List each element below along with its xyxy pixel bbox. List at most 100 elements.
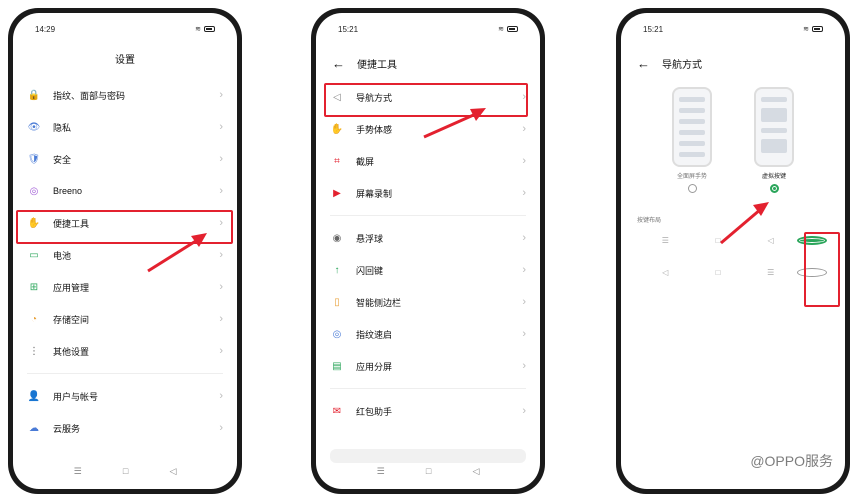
radio-button[interactable] <box>687 184 697 193</box>
settings-item-cloud[interactable]: ☁ 云服务 › <box>27 412 223 444</box>
navigation-options: 全面屏手势 虚拟按键 <box>621 87 845 193</box>
user-icon: 👤 <box>27 390 41 402</box>
settings-item-label: 用户与帐号 <box>53 391 99 402</box>
page-title: 设置 <box>115 55 135 66</box>
more-icon: ⋮ <box>29 345 39 357</box>
tools-item-record[interactable]: ▶ 屏幕录制 › <box>330 177 526 209</box>
flashback-icon: ↑ <box>334 264 340 276</box>
menu-icon: ☰ <box>767 267 775 277</box>
status-time: 14:29 <box>35 24 56 34</box>
settings-item-label: 存储空间 <box>53 314 90 325</box>
wifi-icon: ≋ <box>498 26 504 33</box>
chevron-right-icon: › <box>522 360 526 372</box>
bottom-card <box>330 449 526 463</box>
tools-item-sidebar[interactable]: ▯ 智能侧边栏 › <box>330 286 526 318</box>
tools-item-label: 红包助手 <box>356 406 393 417</box>
option-virtual-keys[interactable]: 虚拟按键 <box>754 87 794 193</box>
settings-item-privacy[interactable]: 👁 隐私 › <box>27 111 223 143</box>
chevron-right-icon: › <box>219 121 223 133</box>
settings-item-breeno[interactable]: ◎ Breeno › <box>27 175 223 207</box>
chevron-right-icon: › <box>522 187 526 199</box>
chevron-right-icon: › <box>522 123 526 135</box>
section-label: 按键布局 <box>637 218 662 224</box>
settings-item-storage[interactable]: ◔ 存储空间 › <box>27 303 223 335</box>
watermark: @OPPO服务 <box>750 453 833 469</box>
chevron-right-icon: › <box>522 264 526 276</box>
settings-list: 🔒 指纹、面部与密码 › 👁 隐私 › 🛡 安全 › ◎ Breeno › ✋ 便捷工具 › ▭ 电池… <box>13 79 237 367</box>
back-icon[interactable]: ◁ <box>472 466 479 477</box>
pie-icon: ◔ <box>30 313 38 325</box>
tools-item-flashback[interactable]: ↑ 闪回键 › <box>330 254 527 286</box>
back-arrow-icon[interactable]: ← <box>637 57 650 70</box>
settings-item-label: Breeno <box>53 186 83 196</box>
chevron-right-icon: › <box>219 422 223 434</box>
settings-item-fingerprint[interactable]: 🔒 指纹、面部与密码 › <box>27 79 223 111</box>
home-icon[interactable]: □ <box>123 466 128 477</box>
shield-icon: 🛡 <box>27 153 41 165</box>
settings-item-tools[interactable]: ✋ 便捷工具 › <box>27 207 223 239</box>
status-bar: 14:29 ≋ <box>13 19 237 39</box>
tools-item-label: 指纹速启 <box>356 329 393 340</box>
settings-item-battery[interactable]: ▭ 电池 › <box>27 239 223 271</box>
settings-item-security[interactable]: 🛡 安全 › <box>27 143 223 175</box>
page-title: 便捷工具 <box>357 59 397 71</box>
tools-item-floatball[interactable]: ◉ 悬浮球 › <box>330 222 526 254</box>
tools-item-label: 悬浮球 <box>356 233 384 244</box>
phone-settings: 14:29 ≋ 设置 🔒 指纹、面部与密码 › 👁 隐私 › 🛡 安全 › ◎ Breeno ›… <box>8 8 242 494</box>
back-arrow-icon[interactable]: ← <box>332 57 345 70</box>
settings-item-label: 指纹、面部与密码 <box>53 90 126 101</box>
status-time: 15:21 <box>643 24 664 34</box>
layout-option-2[interactable]: ◁ □ ☰ <box>621 256 845 288</box>
chevron-right-icon: › <box>219 185 223 197</box>
eye-icon: 👁 <box>27 121 41 133</box>
nav-bar: ☰ □ ◁ <box>13 466 237 477</box>
tools-item-splitscreen[interactable]: ▤ 应用分屏 › <box>330 350 526 382</box>
gesture-preview <box>672 87 712 167</box>
chevron-right-icon: › <box>219 345 223 357</box>
chevron-right-icon: › <box>219 153 223 165</box>
chevron-right-icon: › <box>219 281 223 293</box>
page-title: 导航方式 <box>662 59 702 71</box>
tools-item-redpacket[interactable]: ✉ 红包助手 › <box>330 395 526 427</box>
chevron-right-icon: › <box>219 217 223 229</box>
chevron-right-icon: › <box>219 313 223 325</box>
tools-item-label: 导航方式 <box>356 92 393 103</box>
navigation-icon: ◁ <box>333 91 341 103</box>
settings-item-users[interactable]: 👤 用户与帐号 › <box>27 380 223 412</box>
option-label: 虚拟按键 <box>761 174 786 180</box>
account-list: 👤 用户与帐号 › ☁ 云服务 › <box>13 380 237 444</box>
battery-icon <box>204 26 215 32</box>
tools-list-3: ✉ 红包助手 › <box>316 395 540 427</box>
chevron-right-icon: › <box>522 405 526 417</box>
tools-item-gesture[interactable]: ✋ 手势体感 › <box>330 113 526 145</box>
back-icon: ◁ <box>767 235 774 245</box>
tools-item-screenshot[interactable]: ⌗ 截屏 › <box>330 145 526 177</box>
screen: 14:29 ≋ 设置 🔒 指纹、面部与密码 › 👁 隐私 › 🛡 安全 › ◎ Breeno ›… <box>13 13 237 489</box>
menu-icon[interactable]: ☰ <box>377 466 385 477</box>
settings-item-apps[interactable]: ⊞ 应用管理 › <box>27 271 223 303</box>
breeno-icon: ◎ <box>29 185 39 197</box>
chevron-right-icon: › <box>219 249 223 261</box>
back-icon[interactable]: ◁ <box>169 466 176 477</box>
tools-item-fingerprint-launch[interactable]: ◎ 指纹速启 › <box>330 318 526 350</box>
settings-item-label: 便捷工具 <box>53 218 90 229</box>
menu-icon[interactable]: ☰ <box>74 466 82 477</box>
screen: 15:21 ≋ ← 便捷工具 ◁ 导航方式 › ✋ 手势体感 › ⌗ 截屏 › ▶ 屏幕录制 ›… <box>316 13 540 489</box>
tools-list-1: ◁ 导航方式 › ✋ 手势体感 › ⌗ 截屏 › ▶ 屏幕录制 › <box>316 81 540 209</box>
virtual-keys-preview <box>754 87 794 167</box>
back-icon: ◁ <box>662 267 669 277</box>
chevron-right-icon: › <box>522 296 526 308</box>
chevron-right-icon: › <box>522 232 526 244</box>
option-fullscreen-gesture[interactable]: 全面屏手势 <box>672 87 712 193</box>
radio-button-selected[interactable] <box>769 184 779 193</box>
tools-item-navigation[interactable]: ◁ 导航方式 › <box>330 81 526 113</box>
radio-button[interactable] <box>797 267 828 277</box>
radio-button-selected[interactable] <box>797 235 828 245</box>
status-time: 15:21 <box>338 24 359 34</box>
home-icon[interactable]: □ <box>426 466 431 477</box>
settings-item-label: 电池 <box>53 250 72 261</box>
status-icons: ≋ <box>195 25 215 33</box>
layout-option-1[interactable]: ☰ □ ◁ <box>621 224 845 256</box>
settings-item-label: 其他设置 <box>53 346 90 357</box>
settings-item-other[interactable]: ⋮ 其他设置 › <box>27 335 223 367</box>
